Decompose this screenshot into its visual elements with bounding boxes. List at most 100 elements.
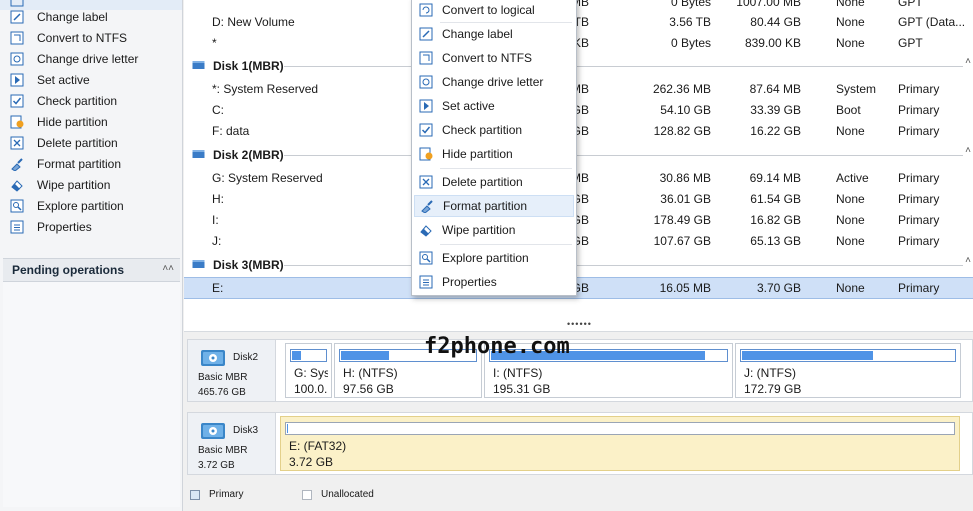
sidebar-item-change-drive-letter[interactable]: Change drive letter bbox=[0, 49, 182, 69]
explore-partition-icon bbox=[418, 250, 434, 266]
menu-item-label: Set active bbox=[442, 99, 495, 113]
collapse-up-icon[interactable]: ˄˄ bbox=[162, 263, 174, 274]
menu-item-label: Change label bbox=[442, 27, 513, 41]
collapse-up-icon[interactable]: ˄ bbox=[965, 145, 971, 156]
delete-partition-icon bbox=[9, 135, 25, 151]
disk-group-header[interactable]: Disk 3(MBR) ˄ bbox=[184, 254, 973, 276]
menu-item-delete-partition[interactable]: Delete partition bbox=[414, 171, 574, 193]
cell-unused: 80.44 GB bbox=[750, 15, 801, 29]
menu-item-check-partition[interactable]: Check partition bbox=[414, 119, 574, 141]
menu-item-explore-partition[interactable]: Explore partition bbox=[414, 247, 574, 269]
disk-map-row[interactable]: Disk2 Basic MBR 465.76 GB G: Sys... 100.… bbox=[187, 339, 973, 402]
menu-item-properties[interactable]: Properties bbox=[414, 271, 574, 293]
hard-disk-icon bbox=[201, 350, 225, 366]
cell-name: F: data bbox=[212, 124, 250, 138]
disk-icon bbox=[192, 260, 205, 268]
watermark-text: f2phone.com bbox=[424, 334, 570, 359]
disk-label: Disk 2(MBR) bbox=[213, 148, 284, 162]
menu-item-label: Format partition bbox=[443, 199, 528, 213]
pending-operations-header[interactable]: Pending operations ˄˄ bbox=[3, 258, 180, 282]
sidebar-item-convert-ntfs[interactable]: Convert to NTFS bbox=[0, 28, 182, 48]
table-row[interactable]: C: 87.50 GB 54.10 GB 33.39 GB Boot Prima… bbox=[184, 100, 973, 121]
menu-item-format-partition[interactable]: Format partition bbox=[414, 195, 574, 217]
sidebar-item-change-label[interactable]: Change label bbox=[0, 7, 182, 27]
cell-flag: System bbox=[836, 82, 877, 96]
cell-unused: 16.22 GB bbox=[750, 124, 801, 138]
legend-primary: Primary bbox=[190, 489, 243, 500]
table-row[interactable]: J: 72.79 GB 107.67 GB 65.13 GB None Prim… bbox=[184, 231, 973, 252]
table-row-selected[interactable]: E: 3.72 GB 16.05 MB 3.70 GB None Primary bbox=[184, 277, 973, 299]
usage-bar bbox=[285, 422, 955, 435]
sidebar-item-hide-partition[interactable]: Hide partition bbox=[0, 112, 182, 132]
cell-unused: 1007.00 MB bbox=[736, 0, 801, 9]
disk-map: Disk2 Basic MBR 465.76 GB G: Sys... 100.… bbox=[184, 332, 973, 511]
sidebar-item-format-partition[interactable]: Format partition bbox=[0, 154, 182, 174]
delete-partition-icon bbox=[418, 174, 434, 190]
partition-block-selected[interactable]: E: (FAT32) 3.72 GB bbox=[280, 416, 960, 471]
cell-unused: 61.54 GB bbox=[750, 192, 801, 206]
partition-size: 172.79 GB bbox=[744, 382, 802, 396]
sidebar-item-check-partition[interactable]: Check partition bbox=[0, 91, 182, 111]
table-row[interactable]: H: 97.56 GB 36.01 GB 61.54 GB None Prima… bbox=[184, 189, 973, 210]
table-row[interactable]: G: System Reserved 00.00 MB 30.86 MB 69.… bbox=[184, 168, 973, 189]
menu-item-change-drive-letter[interactable]: Change drive letter bbox=[414, 71, 574, 93]
disk-type: Basic MBR bbox=[198, 372, 248, 383]
menu-item-set-active[interactable]: Set active bbox=[414, 95, 574, 117]
menu-item-convert-to-logical[interactable]: Convert to logical bbox=[414, 0, 574, 21]
cell-unused: 839.00 KB bbox=[744, 36, 801, 50]
usage-bar bbox=[290, 349, 327, 362]
collapse-up-icon[interactable]: ˄ bbox=[965, 255, 971, 266]
table-row[interactable]: I: 95.31 GB 178.49 GB 16.82 GB None Prim… bbox=[184, 210, 973, 231]
sidebar-item-explore-partition[interactable]: Explore partition bbox=[0, 196, 182, 216]
check-partition-icon bbox=[418, 122, 434, 138]
disk-info[interactable]: Disk2 Basic MBR 465.76 GB bbox=[188, 340, 276, 401]
sidebar-item-wipe-partition[interactable]: Wipe partition bbox=[0, 175, 182, 195]
sidebar: Change label Convert to NTFS Change driv… bbox=[0, 0, 183, 511]
disk-name: Disk3 bbox=[233, 425, 259, 436]
collapse-up-icon[interactable]: ˄ bbox=[965, 56, 971, 67]
convert-logical-icon bbox=[418, 2, 434, 18]
sidebar-item-set-active[interactable]: Set active bbox=[0, 70, 182, 90]
pane-splitter[interactable]: •••••• bbox=[184, 318, 973, 332]
format-partition-icon bbox=[9, 156, 25, 172]
cell-used: 128.82 GB bbox=[653, 124, 711, 138]
partition-block[interactable]: G: Sys... 100.0... bbox=[285, 343, 332, 398]
table-row[interactable]: F: data 45.04 GB 128.82 GB 16.22 GB None… bbox=[184, 121, 973, 142]
convert-ntfs-icon bbox=[418, 50, 434, 66]
disk-info[interactable]: Disk3 Basic MBR 3.72 GB bbox=[188, 413, 276, 474]
cell-name: * bbox=[212, 36, 217, 50]
table-row[interactable]: *: System Reserved 50.00 MB 262.36 MB 87… bbox=[184, 79, 973, 100]
table-row[interactable]: D: New Volume 3.64 TB 3.56 TB 80.44 GB N… bbox=[184, 12, 973, 33]
menu-item-convert-to-ntfs[interactable]: Convert to NTFS bbox=[414, 47, 574, 69]
cell-type: Primary bbox=[898, 103, 940, 117]
cell-flag: None bbox=[836, 234, 865, 248]
convert-ntfs-icon bbox=[9, 30, 25, 46]
sidebar-item-delete-partition[interactable]: Delete partition bbox=[0, 133, 182, 153]
change-label-icon bbox=[418, 26, 434, 42]
menu-item-hide-partition[interactable]: Hide partition bbox=[414, 143, 574, 165]
cell-flag: None bbox=[836, 281, 865, 295]
cell-type: GPT bbox=[898, 0, 923, 9]
disk-group-header[interactable]: Disk 1(MBR) ˄ bbox=[184, 55, 973, 77]
sidebar-item-properties[interactable]: Properties bbox=[0, 217, 182, 237]
menu-item-label: Convert to logical bbox=[442, 3, 535, 17]
wipe-partition-icon bbox=[418, 222, 434, 238]
menu-item-change-label[interactable]: Change label bbox=[414, 23, 574, 45]
menu-item-label: Convert to NTFS bbox=[442, 51, 533, 65]
pending-operations-list bbox=[3, 282, 180, 507]
partition-block[interactable]: J: (NTFS) 172.79 GB bbox=[735, 343, 961, 398]
drive-letter-icon bbox=[9, 51, 25, 67]
disk-size: 3.72 GB bbox=[198, 460, 235, 471]
splitter-grip-icon[interactable]: •••••• bbox=[567, 319, 592, 329]
table-row[interactable]: * 39.00 KB 0 Bytes 839.00 KB None GPT bbox=[184, 33, 973, 54]
legend: Primary Unallocated bbox=[187, 486, 587, 504]
cell-type: GPT (Data... bbox=[898, 15, 966, 29]
usage-fill bbox=[742, 351, 873, 360]
disk-map-row[interactable]: Disk3 Basic MBR 3.72 GB E: (FAT32) 3.72 … bbox=[187, 412, 973, 475]
disk-group-header[interactable]: Disk 2(MBR) ˄ bbox=[184, 144, 973, 166]
menu-item-wipe-partition[interactable]: Wipe partition bbox=[414, 219, 574, 241]
cell-unused: 33.39 GB bbox=[750, 103, 801, 117]
cell-flag: Active bbox=[836, 171, 869, 185]
usage-bar bbox=[740, 349, 956, 362]
disk-icon bbox=[192, 150, 205, 158]
